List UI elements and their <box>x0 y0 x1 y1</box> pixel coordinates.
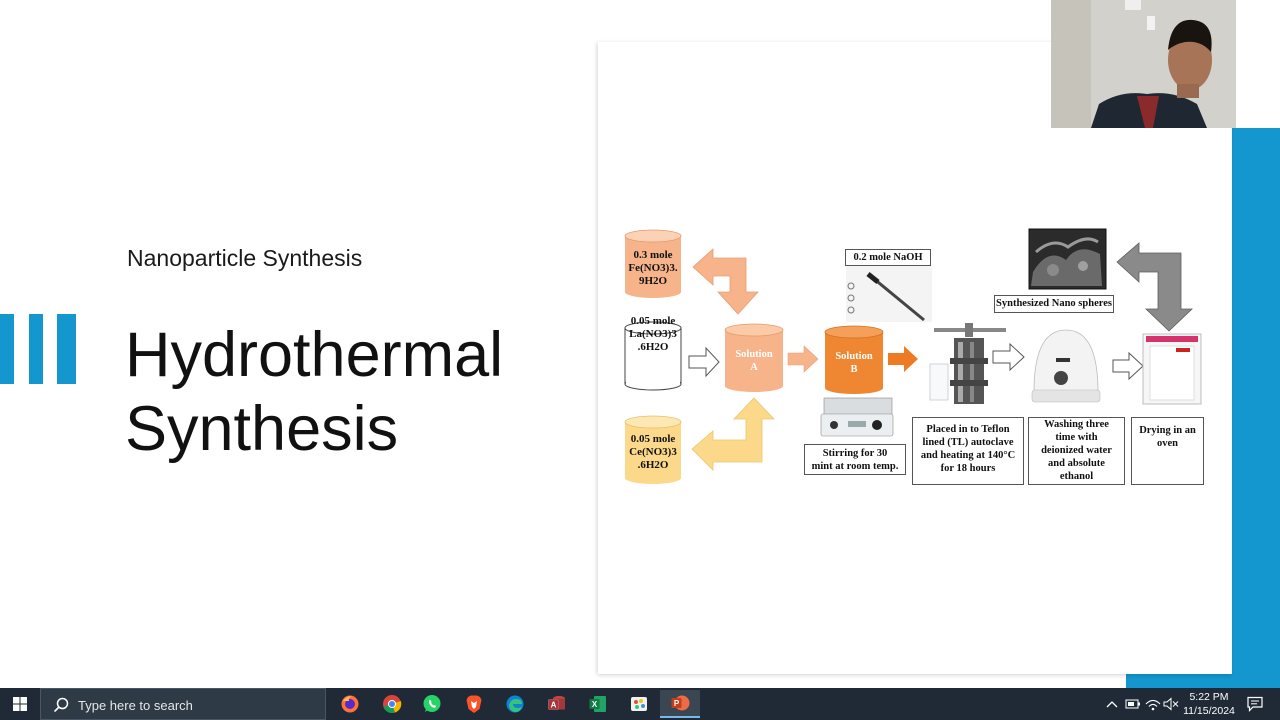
naoh-label: 0.2 mole NaOH <box>845 249 931 266</box>
clock-date: 11/15/2024 <box>1183 705 1235 717</box>
naoh-dropper-image <box>846 266 932 322</box>
notification-center-button[interactable] <box>1246 696 1264 717</box>
presentation-slide: Nanoparticle Synthesis Hydrothermal Synt… <box>0 0 1280 688</box>
oven-image <box>1142 333 1202 405</box>
ce-nitrate-label: 0.05 mole Ce(NO3)3 .6H2O <box>629 433 677 471</box>
taskbar-search-box[interactable]: Type here to search <box>40 688 326 720</box>
notification-icon <box>1247 696 1263 712</box>
tray-volume[interactable] <box>1162 688 1180 720</box>
battery-icon <box>1125 699 1140 709</box>
taskbar-firefox[interactable] <box>330 690 370 718</box>
slide-accent-strip-bottom <box>1126 674 1280 688</box>
arrow-autoclave-to-centrifuge <box>992 342 1025 372</box>
solution-a-label: Solution A <box>735 349 773 373</box>
arrow-ce-to-solution-a <box>691 397 775 471</box>
tray-overflow-button[interactable] <box>1104 688 1120 720</box>
arrow-la-to-solution-a <box>688 346 720 378</box>
magnetic-stirrer-image <box>820 397 894 437</box>
search-icon <box>53 697 69 713</box>
arrow-fe-to-solution-a <box>692 248 759 315</box>
accent-bar-2 <box>29 314 43 384</box>
arrow-a-to-b <box>787 345 819 373</box>
diagram-graphics <box>624 228 1202 484</box>
taskbar-powerpoint[interactable]: P <box>660 690 700 718</box>
slide-title: Hydrothermal Synthesis <box>125 318 503 466</box>
edge-icon <box>506 695 524 713</box>
taskbar-brave[interactable] <box>454 690 494 718</box>
access-icon: A <box>548 696 565 710</box>
taskbar-paint[interactable] <box>619 690 659 718</box>
taskbar-edge[interactable] <box>495 690 535 718</box>
excel-icon: X <box>589 696 606 712</box>
wifi-icon <box>1145 699 1161 711</box>
synthesis-flow-diagram: 0.3 mole Fe(NO3)3. 9H2O 0.05 mole La(NO3… <box>598 42 1231 674</box>
taskbar-access[interactable]: A <box>537 690 577 718</box>
nano-spheres-label: Synthesized Nano spheres <box>994 295 1114 313</box>
paint-icon <box>631 697 647 711</box>
taskbar-excel[interactable]: X <box>578 690 618 718</box>
powerpoint-icon: P <box>671 695 690 711</box>
slide-accent-strip <box>1232 128 1280 688</box>
drying-step-label: Drying in an oven <box>1131 417 1204 485</box>
whatsapp-icon <box>423 695 441 712</box>
taskbar-clock[interactable]: 5:22 PM 11/15/2024 <box>1180 690 1238 718</box>
taskbar-whatsapp[interactable] <box>412 690 452 718</box>
slide-title-line-1: Hydrothermal <box>125 320 504 390</box>
tray-battery[interactable] <box>1124 688 1142 720</box>
svg-text:A: A <box>551 701 557 710</box>
start-button[interactable] <box>0 688 40 720</box>
taskbar-chrome[interactable] <box>372 690 412 718</box>
centrifuge-image <box>1031 329 1101 403</box>
windows-taskbar: Type here to search A X P 5:22 PM 11/15/… <box>0 688 1280 720</box>
stirring-step-label: Stirring for 30 mint at room temp. <box>804 444 906 475</box>
brave-icon <box>466 695 482 713</box>
svg-text:X: X <box>592 700 598 709</box>
svg-text:P: P <box>674 699 680 708</box>
arrow-centrifuge-to-oven <box>1112 351 1144 381</box>
tray-wifi[interactable] <box>1144 688 1162 720</box>
slide-subtitle: Nanoparticle Synthesis <box>127 245 363 271</box>
arrow-b-to-autoclave <box>888 346 918 372</box>
webcam-overlay <box>1051 0 1236 128</box>
windows-logo-icon <box>13 697 27 711</box>
search-placeholder: Type here to search <box>78 698 193 713</box>
accent-bar-1 <box>0 314 14 384</box>
slide-title-line-2: Synthesis <box>125 394 399 464</box>
chrome-icon <box>383 695 402 714</box>
sem-image <box>1028 228 1107 290</box>
presenter-video <box>1051 0 1236 128</box>
firefox-icon <box>341 695 359 713</box>
la-nitrate-label: 0.05 mole La(NO3)3 .6H2O <box>629 315 677 353</box>
accent-bar-3 <box>57 314 76 384</box>
solution-b-label: Solution B <box>835 351 873 375</box>
washing-step-label: Washing three time with deionized water … <box>1028 417 1125 485</box>
autoclave-step-label: Placed in to Teflon lined (TL) autoclave… <box>912 417 1024 485</box>
volume-muted-icon <box>1163 697 1179 711</box>
arrow-oven-to-nano-spheres <box>1116 242 1193 332</box>
chevron-up-icon <box>1106 701 1118 708</box>
fe-nitrate-label: 0.3 mole Fe(NO3)3. 9H2O <box>628 249 678 287</box>
clock-time: 5:22 PM <box>1189 691 1229 703</box>
